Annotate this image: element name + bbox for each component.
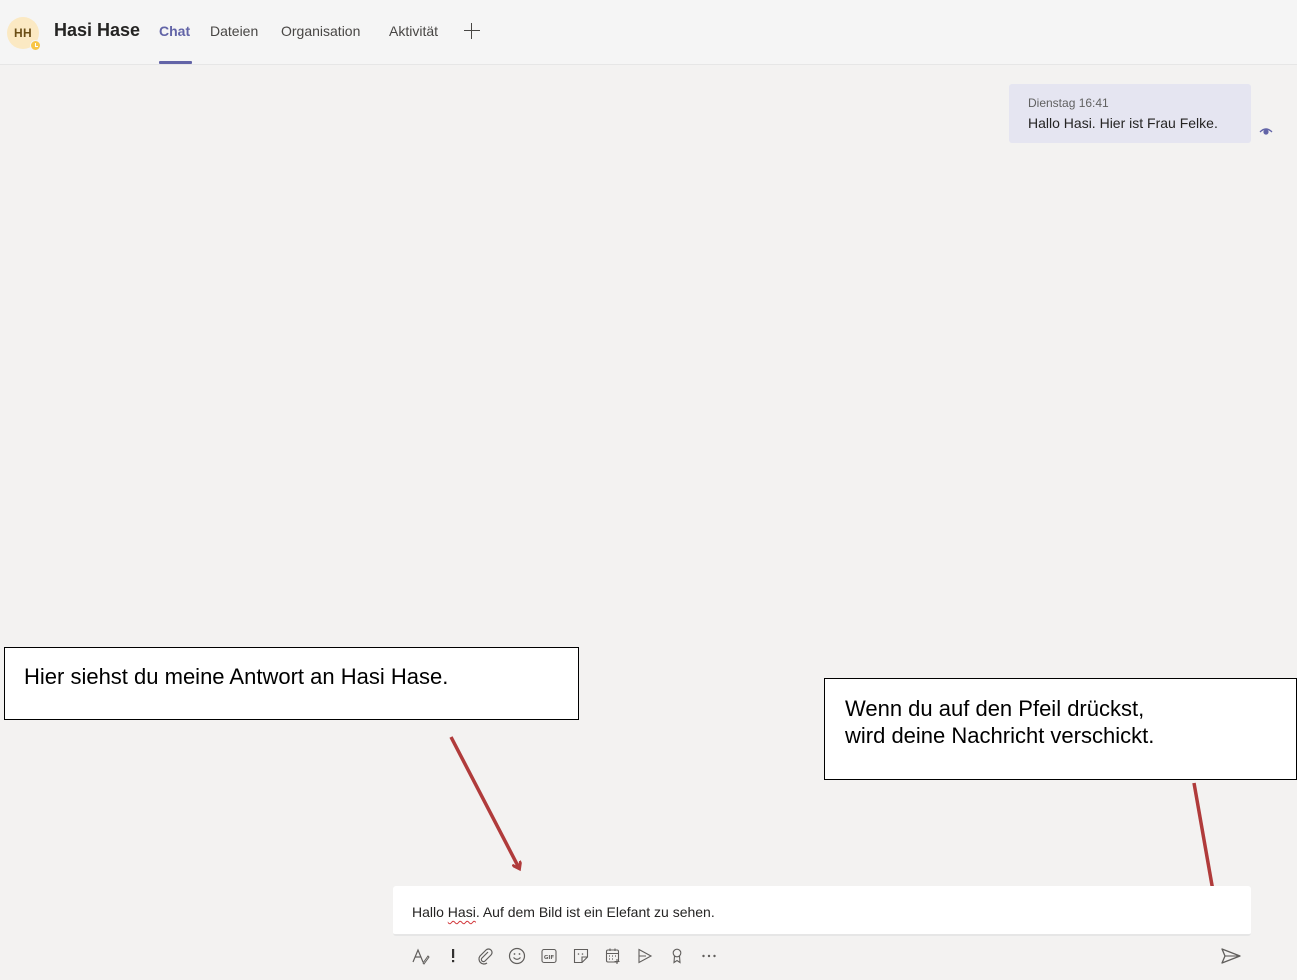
annotation-arrows [449,736,1297,980]
gif-icon[interactable]: GIF [533,943,565,969]
attach-icon[interactable] [469,943,501,969]
format-icon[interactable] [405,943,437,969]
arrow-to-compose [449,736,519,868]
svg-text:GIF: GIF [544,955,555,961]
compose-text-before: Hallo [412,904,448,920]
emoji-icon[interactable] [501,943,533,969]
teams-chat-window: HH Hasi Hase Chat Dateien Organisation A… [0,0,1297,980]
sticker-icon[interactable] [565,943,597,969]
important-icon[interactable] [437,943,469,969]
compose-misspelled-word: Hasi [447,904,476,920]
compose-text-after: . Auf dem Bild ist ein Elefant zu sehen. [475,904,715,920]
compose-toolbar: GIF [405,943,725,969]
praise-icon[interactable] [661,943,693,969]
schedule-meeting-icon[interactable] [597,943,629,969]
compose-input[interactable]: Hallo Hasi. Auf dem Bild ist ein Elefant… [393,886,1251,936]
stream-icon[interactable] [629,943,661,969]
more-icon[interactable] [693,943,725,969]
send-icon[interactable] [1219,945,1243,967]
